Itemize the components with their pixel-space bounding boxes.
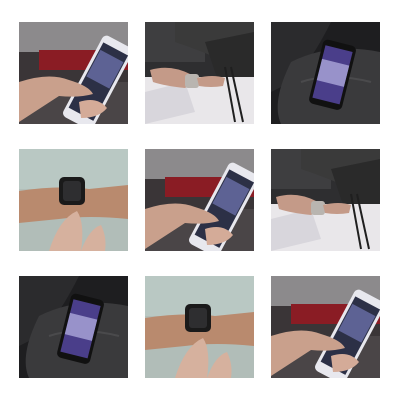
wrist-watch-arm-image [145, 22, 254, 124]
phone-on-seat-image [19, 276, 128, 378]
wrist-watch-arm-image [271, 149, 380, 251]
phone-in-hand-image [19, 22, 128, 124]
phone-in-hand-image [271, 276, 380, 378]
thumbnail-phone-on-seat[interactable] [271, 22, 380, 124]
thumbnail-phone-in-hand[interactable] [145, 149, 254, 251]
thumbnail-wrist-watch-arm[interactable] [271, 149, 380, 251]
thumbnail-smartwatch-wrist[interactable] [19, 149, 128, 251]
phone-in-hand-image [145, 149, 254, 251]
phone-on-seat-image [271, 22, 380, 124]
smartwatch-wrist-image [145, 276, 254, 378]
smartwatch-wrist-image [19, 149, 128, 251]
thumbnail-phone-in-hand[interactable] [19, 22, 128, 124]
thumbnail-smartwatch-wrist[interactable] [145, 276, 254, 378]
thumbnail-wrist-watch-arm[interactable] [145, 22, 254, 124]
image-grid [0, 0, 400, 400]
thumbnail-phone-in-hand[interactable] [271, 276, 380, 378]
thumbnail-phone-on-seat[interactable] [19, 276, 128, 378]
